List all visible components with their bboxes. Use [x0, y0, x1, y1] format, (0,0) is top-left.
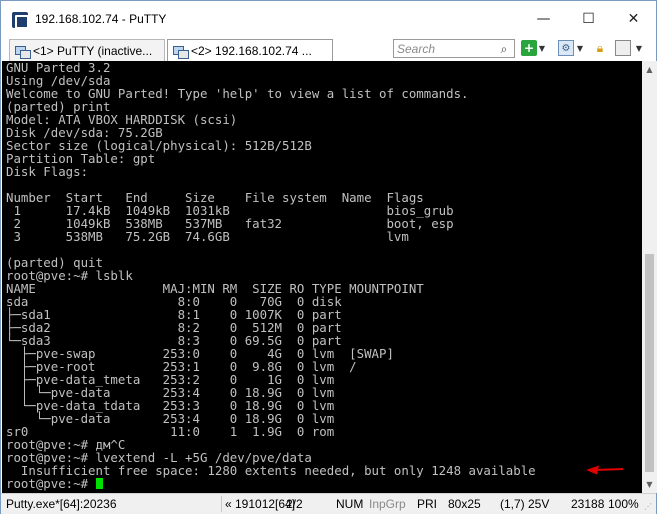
tab-putty-inactive[interactable]: <1> PuTTY (inactive... [9, 39, 165, 61]
settings-icon[interactable]: ⚙ [558, 40, 574, 56]
putty-app-icon[interactable] [12, 12, 29, 29]
putty-tab-icon [15, 44, 31, 59]
scroll-up-icon[interactable]: ▲ [642, 61, 657, 78]
layout-icon[interactable] [615, 40, 631, 56]
search-box: ⌕ [393, 39, 515, 58]
scrollbar-thumb[interactable] [645, 254, 654, 472]
chevron-down-icon[interactable]: ▼ [537, 40, 547, 56]
vertical-scrollbar[interactable]: ▲ ▼ [642, 61, 657, 493]
terminal-line: Partition Table: gpt [6, 151, 156, 166]
status-bar: Putty.exe*[64]:20236 « 191012[64] 2/2 NU… [1, 493, 656, 514]
terminal-line: Disk Flags: [6, 164, 89, 179]
red-arrow-icon [586, 465, 624, 475]
terminal-line: Insufficient free space: 1280 extents ne… [6, 463, 536, 478]
new-console-icon[interactable]: + [521, 40, 537, 56]
status-input-group[interactable]: InpGrp [369, 497, 406, 511]
tab-label: <2> 192.168.102.74 ... [191, 43, 312, 58]
status-num-lock[interactable]: NUM [336, 497, 363, 511]
status-priority[interactable]: PRI [417, 497, 437, 511]
status-cursor-position[interactable]: (1,7) 25V [500, 497, 549, 511]
window-title: 192.168.102.74 - PuTTY [35, 12, 167, 26]
maximize-button[interactable]: ☐ [566, 1, 611, 37]
status-memory[interactable]: 23188 [571, 497, 604, 511]
terminal-line: root@pve:~# [6, 477, 642, 490]
search-input[interactable] [394, 40, 494, 57]
terminal-cursor [95, 478, 103, 489]
tab-label: <1> PuTTY (inactive... [33, 43, 153, 58]
minimize-button[interactable]: — [521, 1, 566, 37]
terminal-output[interactable]: GNU Parted 3.2 Using /dev/sda Welcome to G… [2, 61, 642, 493]
lock-icon[interactable]: 🔒︎ [592, 40, 608, 56]
status-process[interactable]: Putty.exe*[64]:20236 [6, 497, 117, 511]
terminal-line: 3 538MB 75.2GB 74.6GB lvm [6, 229, 409, 244]
scroll-down-icon[interactable]: ▼ [642, 476, 657, 493]
putty-tab-icon [173, 44, 189, 59]
status-window-index[interactable]: 2/2 [286, 497, 303, 511]
putty-window: 192.168.102.74 - PuTTY — ☐ ✕ <1> PuTTY (… [0, 0, 657, 514]
tab-active-session[interactable]: <2> 192.168.102.74 ... [167, 39, 333, 61]
close-button[interactable]: ✕ [611, 1, 656, 37]
search-icon[interactable]: ⌕ [496, 41, 512, 57]
status-console-size[interactable]: 80x25 [448, 497, 481, 511]
title-bar[interactable]: 192.168.102.74 - PuTTY — ☐ ✕ [1, 1, 656, 37]
resize-grip-icon[interactable]: ⋰ [644, 502, 654, 512]
status-position[interactable]: « 191012[64] [225, 497, 295, 511]
status-zoom[interactable]: 100% [608, 497, 639, 511]
status-divider [221, 496, 222, 512]
menu-chevron-down-icon[interactable]: ▼ [633, 40, 645, 56]
chevron-down-icon[interactable]: ▼ [575, 40, 585, 56]
